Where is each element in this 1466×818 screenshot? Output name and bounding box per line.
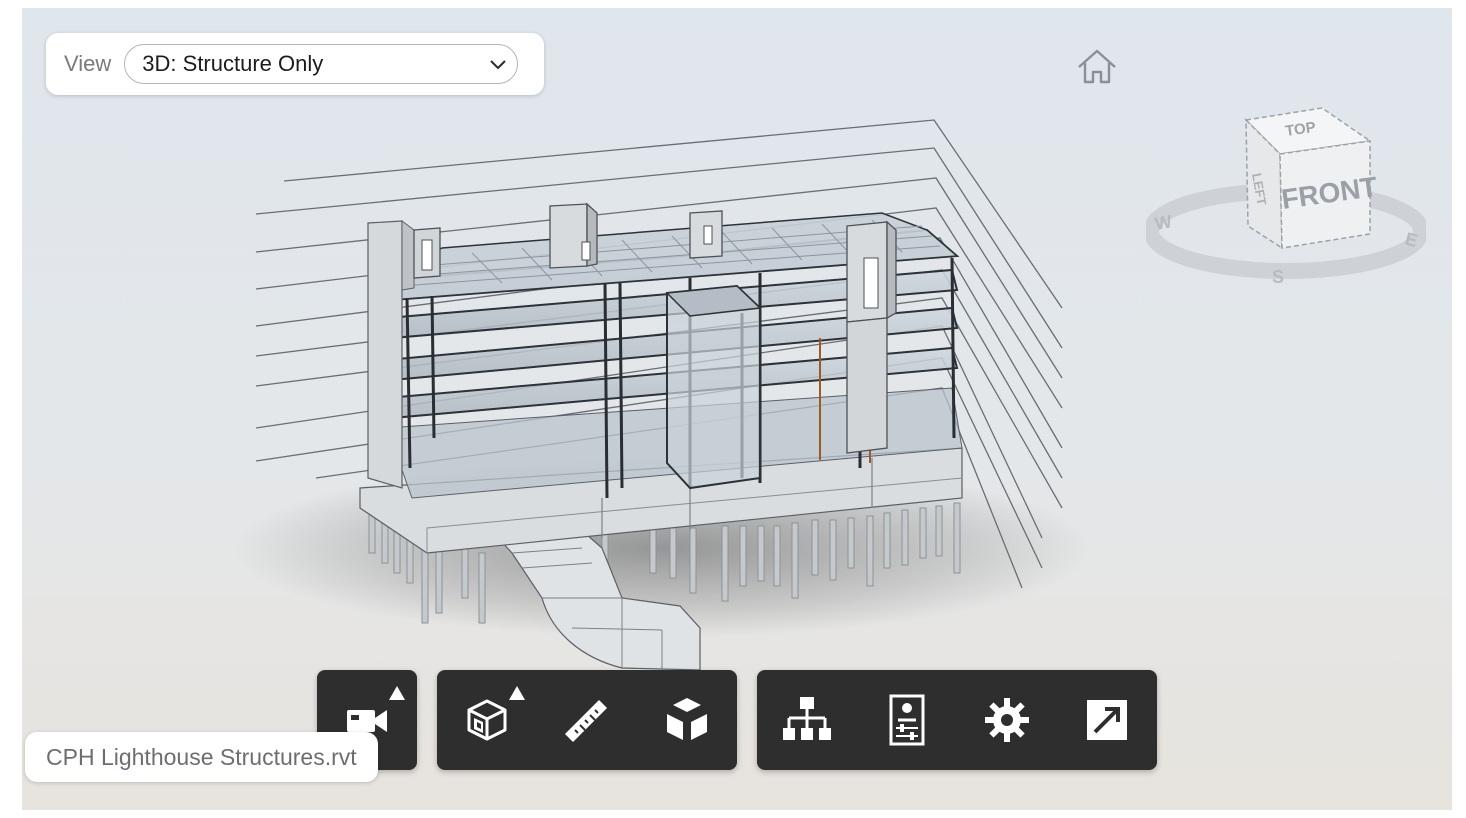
panels-toolbar bbox=[757, 670, 1157, 770]
properties-icon bbox=[889, 694, 925, 746]
section-box-icon bbox=[467, 699, 507, 741]
view-panel: View 3D: Structure Only bbox=[46, 33, 544, 95]
view-dropdown-value: 3D: Structure Only bbox=[142, 51, 324, 76]
measure-button[interactable] bbox=[537, 670, 637, 770]
fullscreen-icon bbox=[1087, 700, 1127, 740]
section-box-button[interactable] bbox=[437, 670, 537, 770]
view-label: View bbox=[64, 51, 112, 76]
tools-toolbar bbox=[437, 670, 737, 770]
settings-button[interactable] bbox=[957, 670, 1057, 770]
flyout-indicator-icon bbox=[509, 686, 525, 700]
settings-icon bbox=[985, 698, 1029, 742]
file-name-label: CPH Lighthouse Structures.rvt bbox=[25, 732, 378, 782]
flyout-indicator-icon bbox=[389, 686, 405, 700]
explode-icon bbox=[667, 698, 707, 740]
explode-button[interactable] bbox=[637, 670, 737, 770]
compass-west: W bbox=[1153, 211, 1173, 234]
compass-south: S bbox=[1272, 267, 1284, 287]
fullscreen-button[interactable] bbox=[1057, 670, 1157, 770]
home-icon[interactable] bbox=[1075, 46, 1119, 86]
3d-viewport[interactable]: View 3D: Structure Only W S E TOP LEFT F… bbox=[22, 8, 1452, 810]
properties-button[interactable] bbox=[857, 670, 957, 770]
view-cube[interactable]: W S E TOP LEFT FRONT bbox=[1146, 96, 1426, 296]
chevron-down-icon bbox=[490, 60, 507, 70]
model-browser-button[interactable] bbox=[757, 670, 857, 770]
view-dropdown[interactable]: 3D: Structure Only bbox=[124, 44, 519, 84]
ruler-icon bbox=[565, 700, 607, 742]
model-browser-icon bbox=[783, 697, 831, 740]
